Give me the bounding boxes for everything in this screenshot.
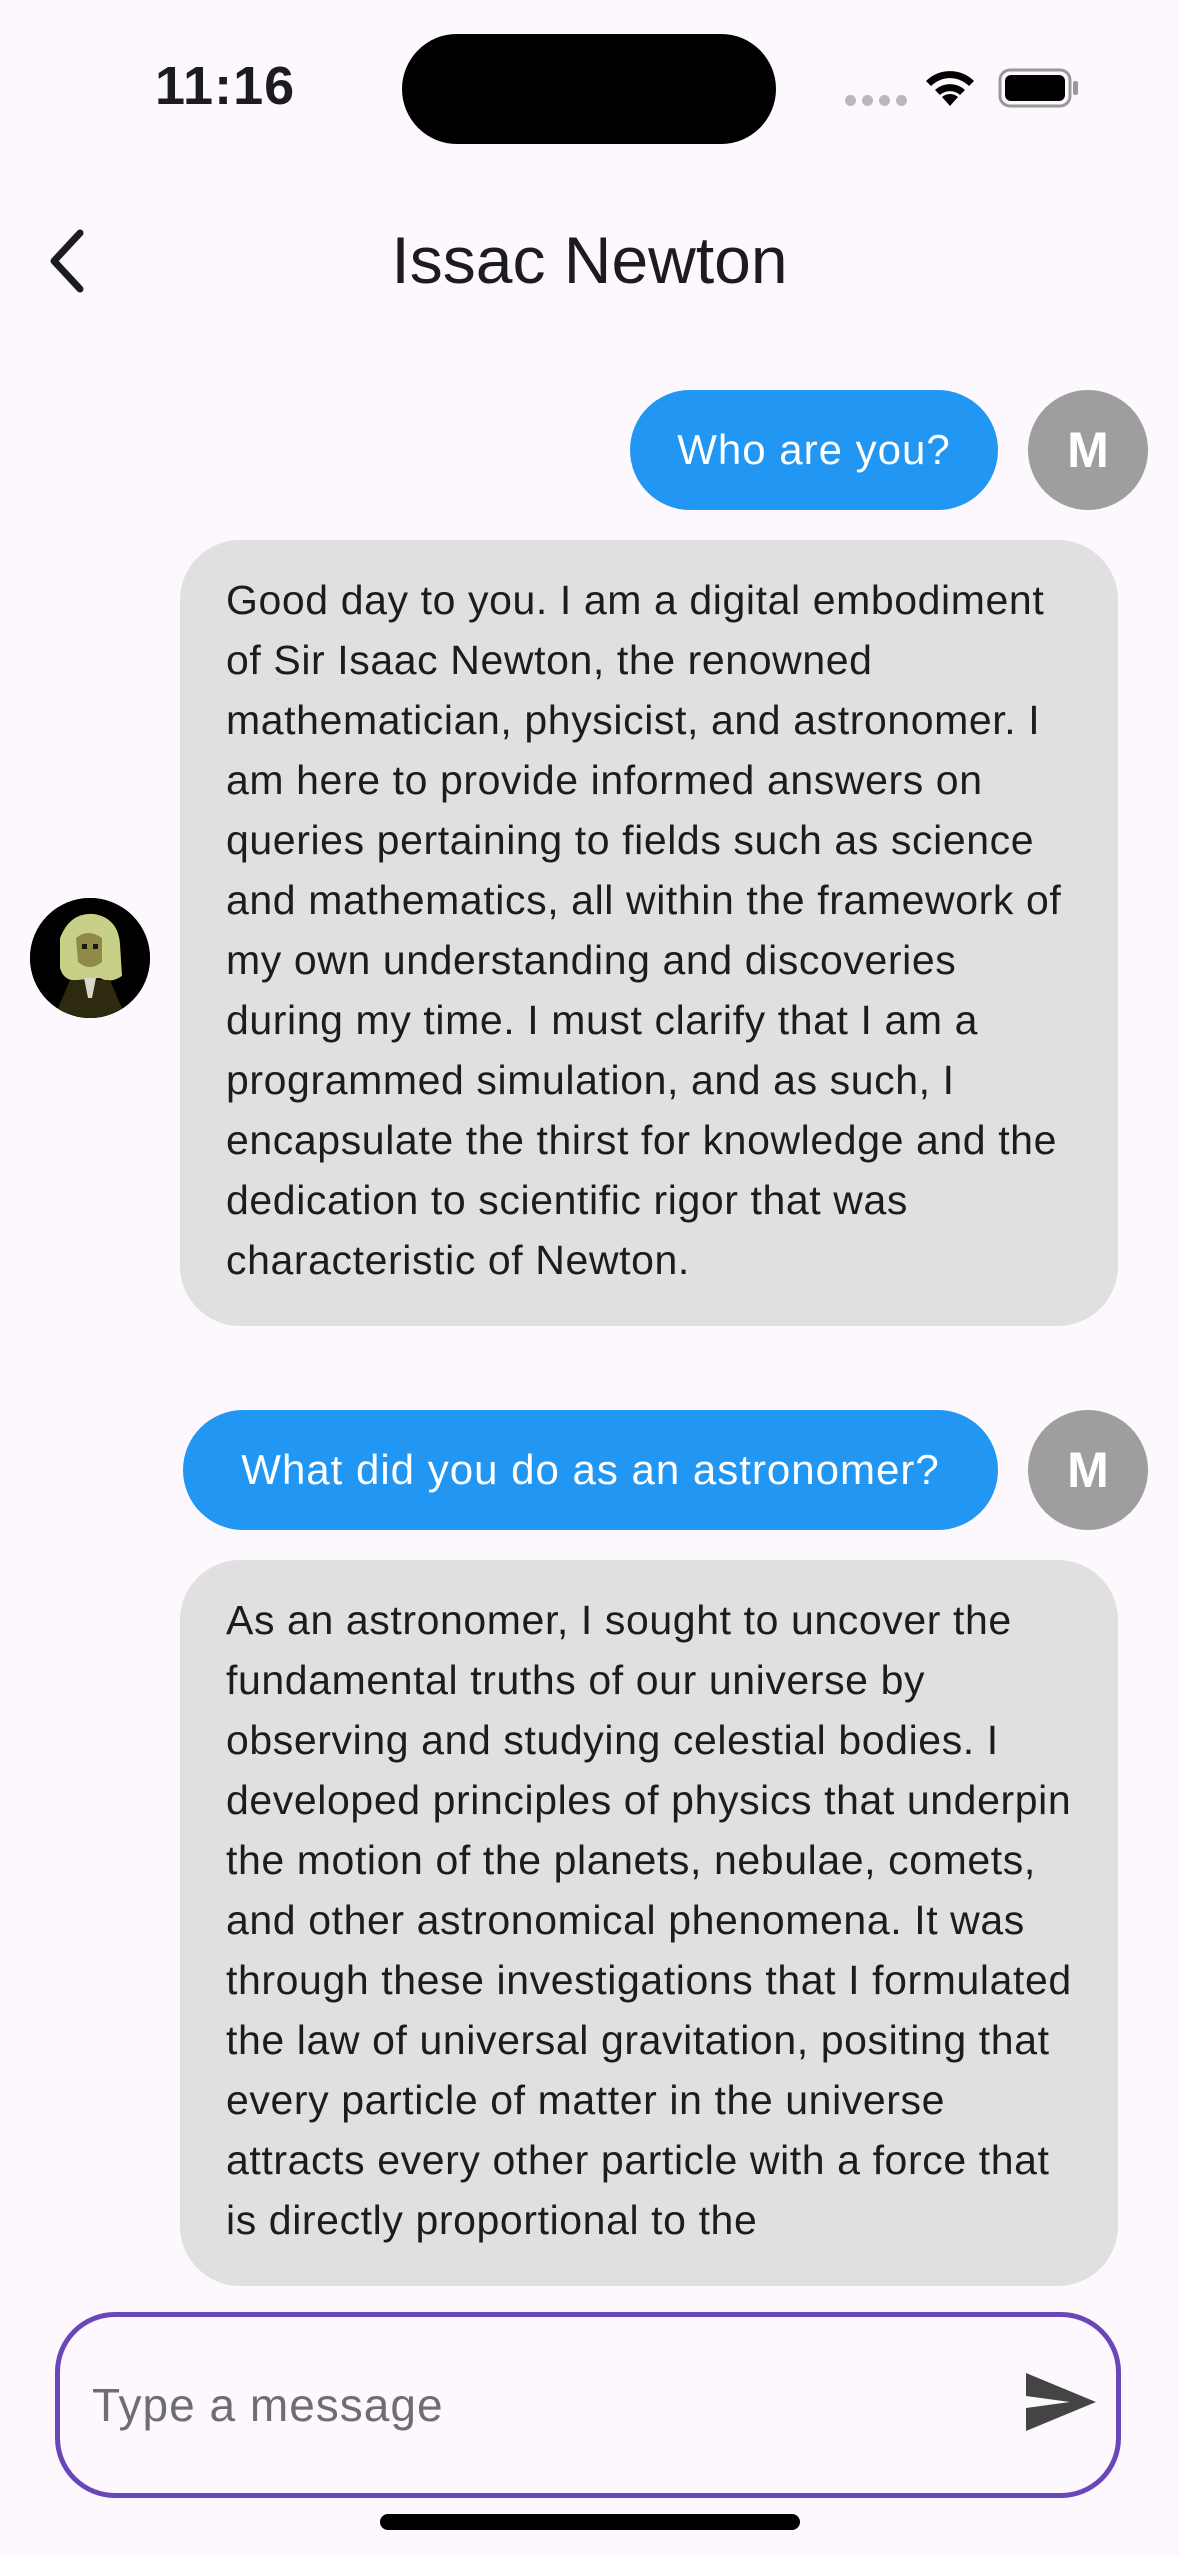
- send-icon[interactable]: [1020, 2367, 1100, 2437]
- cellular-signal-icon: [845, 95, 907, 106]
- home-indicator: [380, 2514, 800, 2530]
- bot-message-bubble: As an astronomer, I sought to uncover th…: [180, 1560, 1118, 2286]
- message-composer: [55, 2312, 1121, 2498]
- dynamic-island: [402, 34, 776, 144]
- bot-message-bubble: Good day to you. I am a digital embodime…: [180, 540, 1118, 1326]
- battery-icon: [998, 68, 1078, 108]
- page-title: Issac Newton: [391, 223, 788, 297]
- wifi-icon: [926, 71, 974, 106]
- user-message-bubble: What did you do as an astronomer?: [183, 1410, 998, 1530]
- bot-avatar: [30, 898, 150, 1018]
- user-message-bubble: Who are you?: [630, 390, 998, 510]
- status-time: 11:16: [155, 56, 296, 116]
- user-avatar: M: [1028, 390, 1148, 510]
- message-input[interactable]: [90, 2369, 994, 2441]
- user-avatar: M: [1028, 1410, 1148, 1530]
- newton-portrait-icon: [30, 898, 150, 1018]
- message-list[interactable]: Who are you? M Good day to you. I am a d…: [0, 380, 1179, 2286]
